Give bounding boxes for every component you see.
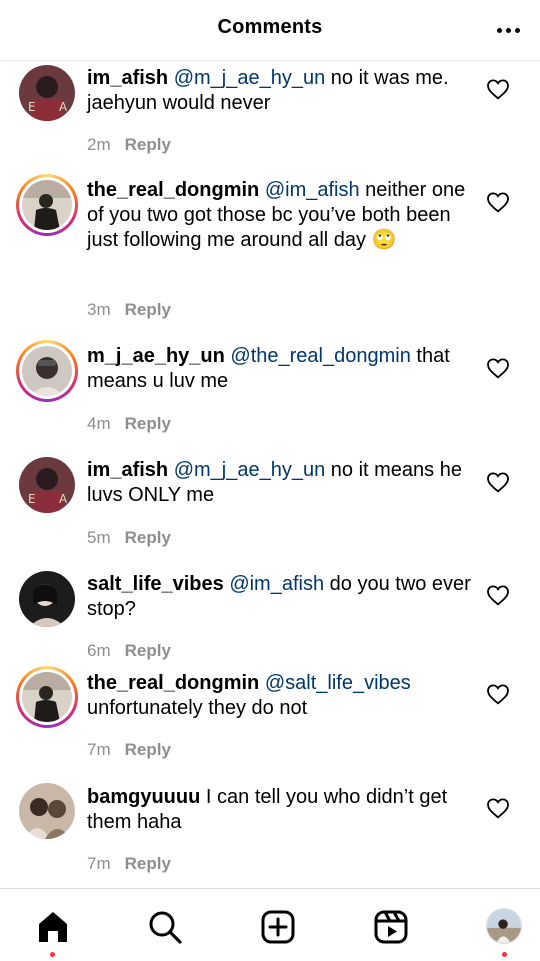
comment-mention[interactable]: @im_afish [229, 573, 324, 595]
comment-time: 6m [87, 641, 111, 660]
heart-icon[interactable] [486, 471, 510, 493]
avatar-image: EA [19, 457, 75, 513]
comment-meta: 7m Reply [87, 740, 171, 760]
comment-mention[interactable]: @im_afish [265, 179, 360, 201]
bottom-tab-bar [0, 888, 540, 961]
comment-text: bamgyuuuu I can tell you who didn’t get … [87, 785, 477, 835]
more-dot [506, 27, 511, 33]
heart-icon[interactable] [486, 191, 510, 213]
comment-username[interactable]: im_afish [87, 67, 168, 89]
heart-icon[interactable] [486, 683, 510, 705]
svg-text:A: A [59, 492, 68, 506]
comment-username[interactable]: the_real_dongmin [87, 672, 259, 694]
comment-username[interactable]: bamgyuuuu [87, 786, 200, 808]
comment-meta: 4m Reply [87, 414, 171, 434]
more-dot [515, 27, 520, 33]
comment-meta: 2m Reply [87, 135, 171, 155]
avatar-image [19, 571, 75, 627]
svg-text:A: A [59, 100, 68, 114]
comment-username[interactable]: the_real_dongmin [87, 179, 259, 201]
comment-meta: 6m Reply [87, 641, 171, 661]
comment-meta: 3m Reply [87, 300, 171, 320]
comment-mention[interactable]: @the_real_dongmin [230, 345, 410, 367]
reply-button[interactable]: Reply [125, 854, 171, 873]
reels-tab[interactable] [373, 909, 409, 945]
reply-button[interactable]: Reply [125, 740, 171, 759]
home-icon [39, 912, 67, 942]
search-icon [149, 911, 182, 944]
comment-mention[interactable]: @m_j_ae_hy_un [174, 459, 326, 481]
create-tab[interactable] [260, 909, 296, 945]
heart-icon[interactable] [486, 584, 510, 606]
svg-text:E: E [28, 100, 36, 114]
home-tab[interactable] [35, 909, 71, 945]
comment-text: the_real_dongmin @salt_life_vibes unfort… [87, 671, 477, 721]
comment-text: im_afish @m_j_ae_hy_un no it was me. jae… [87, 66, 477, 116]
comment-message: unfortunately they do not [87, 697, 308, 719]
avatar[interactable]: EA [16, 62, 78, 124]
search-tab[interactable] [147, 909, 183, 945]
story-ring [16, 666, 78, 728]
avatar-image [19, 783, 75, 839]
reply-button[interactable]: Reply [125, 528, 171, 547]
story-ring [16, 174, 78, 236]
comment-time: 4m [87, 414, 111, 433]
create-plus-icon [261, 910, 295, 944]
page-title: Comments [217, 16, 323, 38]
comment-username[interactable]: m_j_ae_hy_un [87, 345, 225, 367]
comment-meta: 7m Reply [87, 854, 171, 874]
profile-notification-dot [502, 952, 507, 957]
heart-icon[interactable] [486, 797, 510, 819]
more-horizontal-icon [497, 27, 502, 33]
heart-icon[interactable] [486, 357, 510, 379]
avatar-image: EA [19, 65, 75, 121]
avatar[interactable]: EA [16, 454, 78, 516]
avatar[interactable] [16, 666, 78, 728]
comment-meta: 5m Reply [87, 528, 171, 548]
reply-button[interactable]: Reply [125, 414, 171, 433]
comment-username[interactable]: im_afish [87, 459, 168, 481]
reels-icon [374, 910, 408, 944]
comment-text: the_real_dongmin @im_afish neither one o… [87, 178, 477, 253]
comment-text: im_afish @m_j_ae_hy_un no it means he lu… [87, 458, 477, 508]
reply-button[interactable]: Reply [125, 300, 171, 319]
avatar[interactable] [16, 340, 78, 402]
story-ring [16, 340, 78, 402]
reply-button[interactable]: Reply [125, 641, 171, 660]
svg-text:E: E [28, 492, 36, 506]
avatar-image [22, 180, 72, 230]
avatar[interactable] [16, 174, 78, 236]
comment-time: 3m [87, 300, 111, 319]
comment-mention[interactable]: @m_j_ae_hy_un [174, 67, 326, 89]
avatar-image [22, 346, 72, 396]
profile-avatar[interactable] [486, 908, 522, 944]
comment-time: 2m [87, 135, 111, 154]
more-options-button[interactable] [488, 22, 520, 38]
comment-time: 7m [87, 740, 111, 759]
avatar-image [22, 672, 72, 722]
comment-mention[interactable]: @salt_life_vibes [265, 672, 411, 694]
comment-time: 7m [87, 854, 111, 873]
comment-username[interactable]: salt_life_vibes [87, 573, 224, 595]
comment-text: salt_life_vibes @im_afish do you two eve… [87, 572, 477, 622]
comments-header: Comments [0, 0, 540, 61]
comment-time: 5m [87, 528, 111, 547]
profile-avatar-image [487, 909, 521, 943]
comment-text: m_j_ae_hy_un @the_real_dongmin that mean… [87, 344, 477, 394]
avatar[interactable] [16, 568, 78, 630]
heart-icon[interactable] [486, 78, 510, 100]
reply-button[interactable]: Reply [125, 135, 171, 154]
home-notification-dot [50, 952, 55, 957]
avatar[interactable] [16, 780, 78, 842]
